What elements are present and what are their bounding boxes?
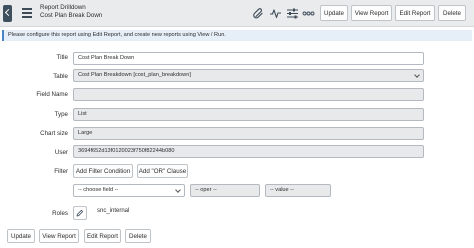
field-name-label: Field Name: [36, 91, 68, 98]
footer-delete-button[interactable]: Delete: [125, 229, 151, 243]
user-label: User: [54, 149, 68, 156]
field-name-field[interactable]: [73, 88, 424, 101]
paperclip-icon[interactable]: [252, 7, 265, 20]
more-options-icon[interactable]: [302, 7, 315, 20]
header-title-block: Report Drilldown Cost Plan Break Down: [40, 4, 102, 19]
activity-icon[interactable]: [269, 7, 282, 20]
filter-field-select[interactable]: -- choose field --: [73, 184, 185, 197]
table-select-value: Cost Plan Breakdown [cost_plan_breakdown…: [78, 72, 191, 78]
chart-size-field[interactable]: Large: [73, 127, 424, 140]
header-delete-button[interactable]: Delete: [438, 5, 466, 21]
add-filter-condition-button[interactable]: Add Filter Condition: [73, 164, 133, 178]
filter-value-select[interactable]: -- value --: [265, 184, 331, 197]
chevron-down-icon: [175, 187, 181, 193]
footer-view-report-button[interactable]: View Report: [39, 229, 79, 243]
chevron-down-icon: [414, 72, 420, 78]
roles-label: Roles: [52, 210, 68, 217]
hamburger-menu-icon[interactable]: [22, 8, 32, 18]
title-field[interactable]: Cost Plan Break Down: [73, 52, 424, 65]
roles-value: snc_internal: [97, 208, 130, 214]
form-header: Report Drilldown Cost Plan Break Down Up…: [0, 0, 474, 27]
filter-field-select-value: -- choose field --: [78, 187, 119, 193]
header-view-report-button[interactable]: View Report: [351, 5, 392, 21]
info-message: Please configure this report using Edit …: [2, 30, 472, 41]
title-label: Title: [56, 54, 68, 61]
add-or-clause-button[interactable]: Add "OR" Clause: [137, 164, 188, 178]
settings-sliders-icon[interactable]: [286, 7, 299, 20]
header-subtitle: Cost Plan Break Down: [40, 11, 103, 19]
back-button[interactable]: [3, 5, 12, 22]
edit-roles-button[interactable]: [73, 206, 87, 220]
header-edit-report-button[interactable]: Edit Report: [395, 5, 435, 21]
table-label: Table: [53, 73, 68, 80]
type-field[interactable]: List: [73, 108, 424, 121]
filter-oper-select[interactable]: -- oper --: [190, 184, 260, 197]
pencil-icon: [76, 209, 84, 217]
header-title: Report Drilldown: [40, 4, 86, 11]
filter-label: Filter: [54, 168, 68, 175]
type-label: Type: [54, 111, 68, 118]
footer-edit-report-button[interactable]: Edit Report: [84, 229, 121, 243]
header-update-button[interactable]: Update: [320, 5, 348, 21]
user-field[interactable]: 3694f652d13f0120023f750f82244b080: [73, 145, 424, 158]
table-select[interactable]: Cost Plan Breakdown [cost_plan_breakdown…: [73, 69, 424, 82]
footer-update-button[interactable]: Update: [7, 229, 35, 243]
chart-size-label: Chart size: [40, 130, 68, 137]
